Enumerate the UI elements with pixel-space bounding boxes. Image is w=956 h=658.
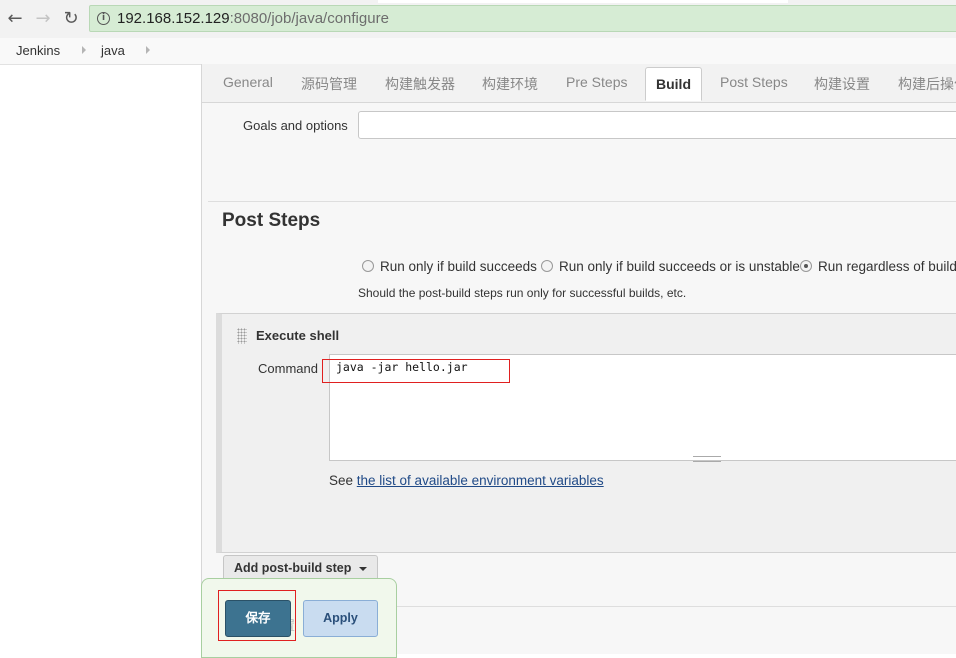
resize-grip-icon[interactable] — [693, 456, 721, 462]
tab-post-build-actions[interactable]: 构建后操作 — [898, 74, 956, 94]
radio-label: Run regardless of build — [818, 259, 956, 274]
url-path: :8080/job/java/configure — [229, 10, 389, 27]
tab-build-triggers[interactable]: 构建触发器 — [385, 74, 455, 94]
tab-pre-steps[interactable]: Pre Steps — [566, 74, 627, 90]
annotation-highlight-save — [218, 590, 296, 641]
post-steps-help: Should the post-build steps run only for… — [358, 286, 687, 300]
command-label: Command — [258, 361, 318, 376]
radio-button-icon[interactable] — [362, 260, 374, 272]
section-divider — [208, 201, 956, 202]
config-panel: General 源码管理 构建触发器 构建环境 Pre Steps Build … — [201, 64, 956, 654]
reload-icon[interactable]: ↻ — [60, 8, 82, 30]
env-vars-link[interactable]: the list of available environment variab… — [357, 473, 604, 488]
address-bar[interactable]: i 192.168.152.129:8080/job/java/configur… — [89, 5, 956, 32]
back-arrow-icon[interactable]: ← — [4, 8, 26, 30]
url-text[interactable]: 192.168.152.129:8080/job/java/configure — [117, 10, 389, 27]
execute-shell-step: Execute shell Command java -jar hello.ja… — [216, 313, 956, 553]
browser-tab-edge — [583, 0, 788, 3]
browser-tab-edge — [378, 0, 583, 3]
caret-down-icon — [359, 567, 368, 571]
radio-run-if-success[interactable]: Run only if build succeeds — [362, 259, 537, 274]
tab-build[interactable]: Build — [645, 67, 702, 101]
goals-label: Goals and options — [243, 118, 348, 133]
info-icon[interactable]: i — [97, 12, 110, 25]
env-vars-hint: See the list of available environment va… — [329, 473, 604, 488]
tab-build-environment[interactable]: 构建环境 — [482, 74, 538, 94]
step-title: Execute shell — [256, 328, 340, 343]
see-prefix: See — [329, 473, 357, 488]
radio-button-selected-icon[interactable] — [800, 260, 812, 272]
breadcrumb-chevron-icon[interactable] — [82, 46, 86, 54]
tab-post-steps[interactable]: Post Steps — [720, 74, 788, 90]
annotation-highlight-command — [322, 359, 510, 383]
radio-run-regardless[interactable]: Run regardless of build — [800, 259, 956, 274]
forward-arrow-icon[interactable]: → — [32, 8, 54, 30]
url-host: 192.168.152.129 — [117, 10, 230, 27]
breadcrumb-jenkins[interactable]: Jenkins — [16, 43, 60, 58]
post-steps-title: Post Steps — [222, 210, 321, 231]
tab-source-code[interactable]: 源码管理 — [301, 74, 357, 94]
goals-input[interactable] — [358, 111, 956, 139]
breadcrumb-chevron-icon[interactable] — [146, 46, 150, 54]
config-tabs: General 源码管理 构建触发器 构建环境 Pre Steps Build … — [202, 64, 956, 103]
add-step-label: Add post-build step — [234, 561, 352, 575]
tab-build-settings[interactable]: 构建设置 — [814, 74, 870, 94]
breadcrumb-job-java[interactable]: java — [101, 43, 125, 58]
radio-button-icon[interactable] — [541, 260, 553, 272]
radio-label: Run only if build succeeds — [380, 259, 537, 274]
breadcrumb: Jenkins java — [0, 38, 956, 65]
radio-label: Run only if build succeeds or is unstabl… — [559, 259, 800, 274]
browser-toolbar: ← → ↻ i 192.168.152.129:8080/job/java/co… — [0, 0, 956, 39]
tab-general[interactable]: General — [223, 74, 273, 90]
apply-button[interactable]: Apply — [303, 600, 378, 637]
drag-handle-icon[interactable] — [237, 328, 247, 344]
radio-run-if-success-or-unstable[interactable]: Run only if build succeeds or is unstabl… — [541, 259, 800, 274]
